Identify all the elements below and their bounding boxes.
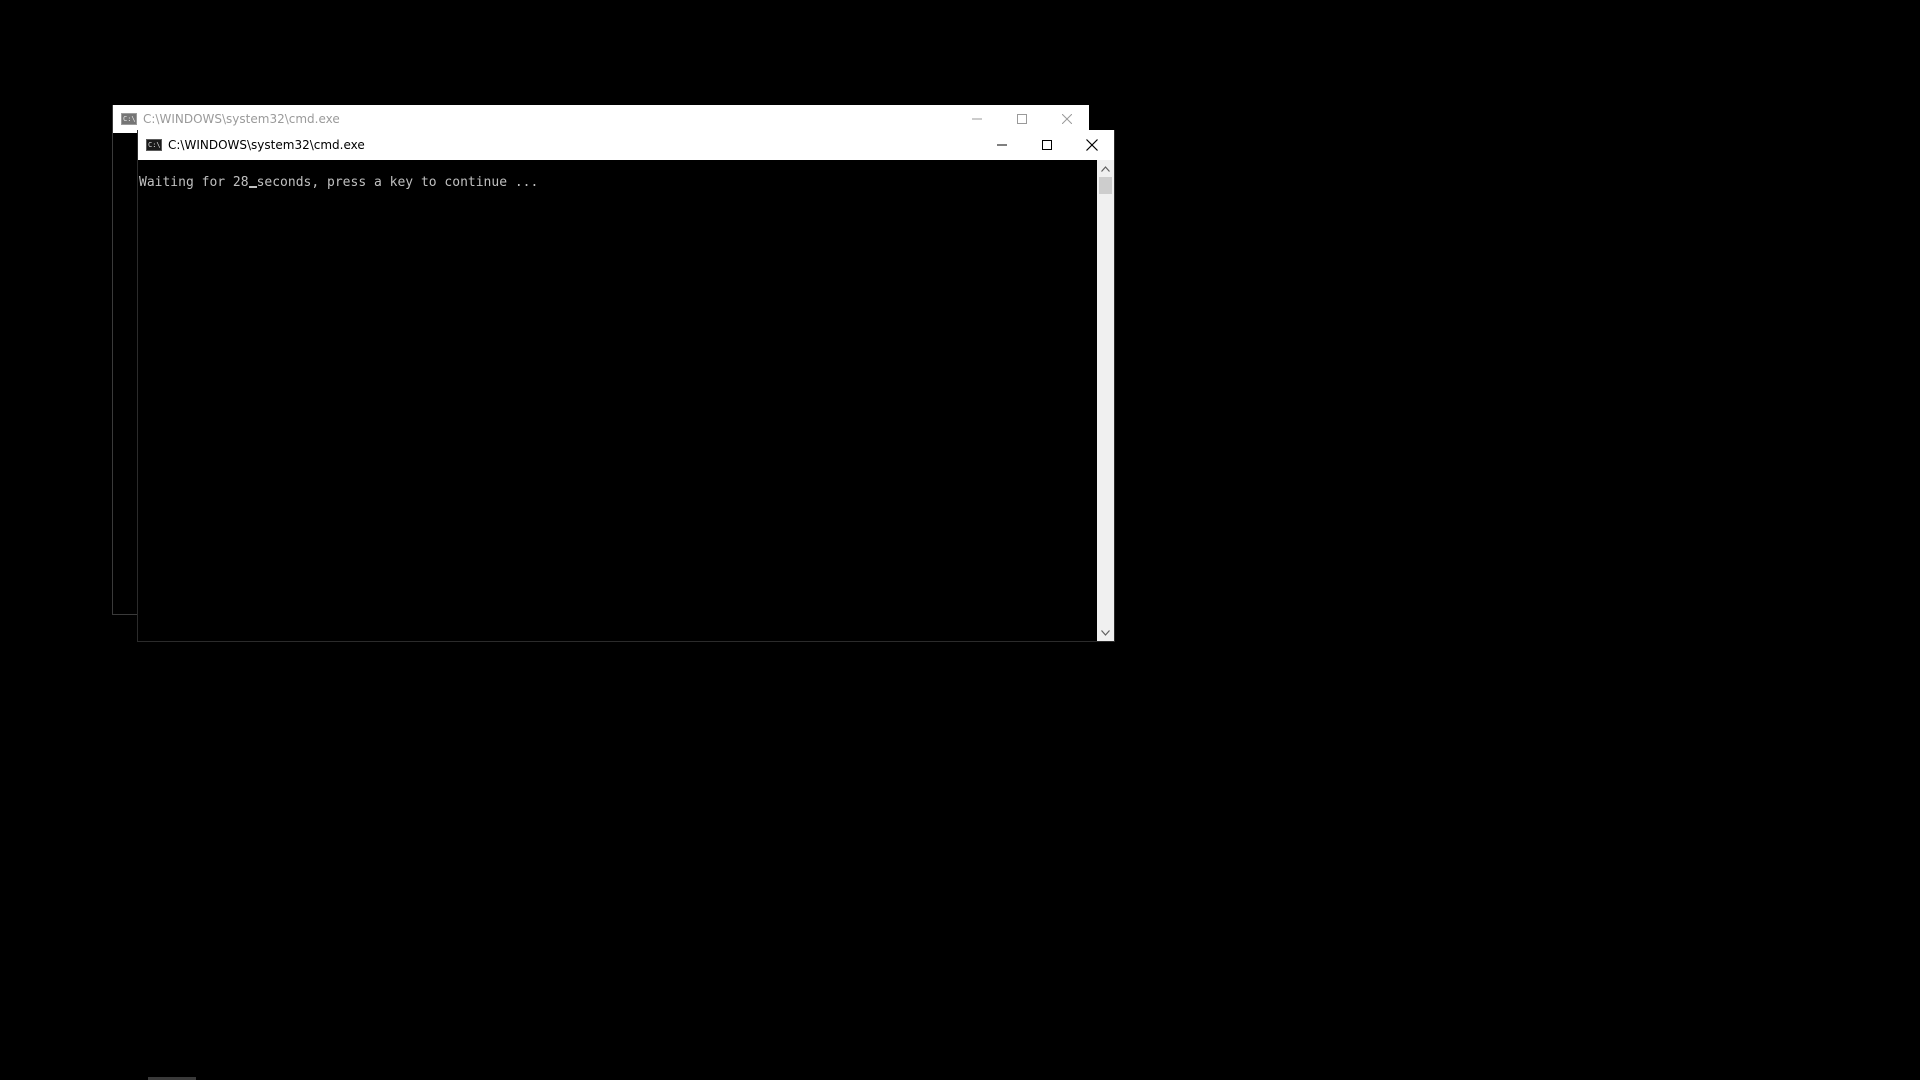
- title-bar[interactable]: C:\WINDOWS\system32\cmd.exe: [113, 105, 1089, 133]
- close-icon: [1061, 114, 1072, 124]
- scroll-up-button[interactable]: [1097, 160, 1114, 177]
- vertical-scrollbar[interactable]: [1097, 160, 1114, 641]
- caption-buttons: [954, 105, 1089, 133]
- maximize-button[interactable]: [999, 105, 1044, 133]
- cmd-icon: [121, 113, 137, 125]
- maximize-icon: [1016, 114, 1027, 124]
- close-button[interactable]: [1044, 105, 1089, 133]
- cmd-icon: [146, 139, 162, 151]
- minimize-icon: [996, 144, 1007, 146]
- minimize-icon: [971, 118, 982, 120]
- maximize-icon: [1041, 140, 1052, 150]
- scroll-down-button[interactable]: [1097, 624, 1114, 641]
- minimize-button[interactable]: [954, 105, 999, 133]
- title-bar[interactable]: C:\WINDOWS\system32\cmd.exe: [138, 130, 1114, 160]
- chevron-down-icon: [1101, 629, 1110, 636]
- chevron-up-icon: [1101, 165, 1110, 172]
- text-cursor: [248, 186, 257, 188]
- window-title: C:\WINDOWS\system32\cmd.exe: [143, 112, 340, 126]
- minimize-button[interactable]: [979, 130, 1024, 160]
- caption-buttons: [979, 130, 1114, 160]
- console-text-after-cursor: seconds, press a key to continue ...: [256, 175, 539, 190]
- console-output[interactable]: Waiting for 28 seconds, press a key to co…: [138, 160, 1097, 641]
- close-icon: [1085, 139, 1098, 151]
- window-title: C:\WINDOWS\system32\cmd.exe: [168, 138, 365, 152]
- cmd-window-foreground[interactable]: C:\WINDOWS\system32\cmd.exe Waiting for …: [137, 130, 1115, 642]
- close-button[interactable]: [1069, 130, 1114, 160]
- scroll-thumb[interactable]: [1099, 177, 1112, 194]
- console-text-before-cursor: Waiting for 28: [139, 175, 249, 190]
- maximize-button[interactable]: [1024, 130, 1069, 160]
